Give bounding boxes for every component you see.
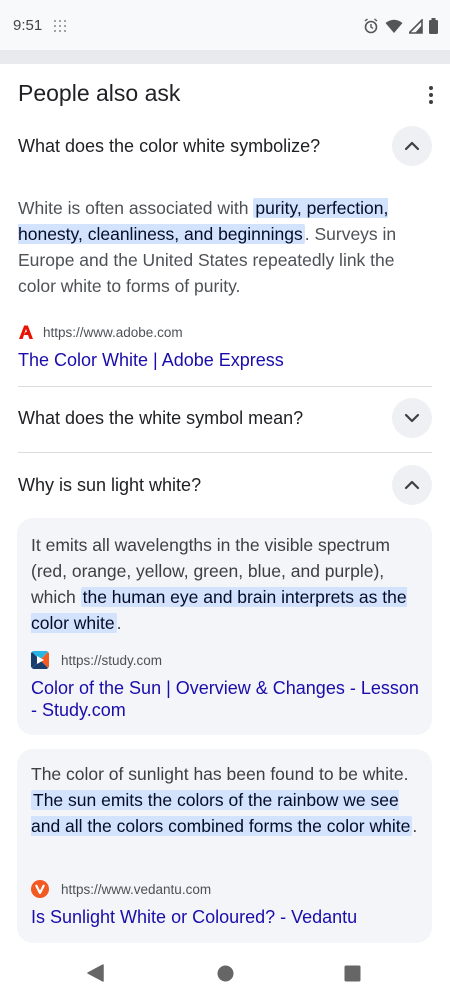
- question-row-symbolize[interactable]: What does the color white symbolize?: [18, 126, 432, 166]
- navigation-bar: [0, 945, 450, 1000]
- paa-title: People also ask: [18, 80, 181, 106]
- answer-plain: The color of sunlight has been found to …: [31, 764, 409, 784]
- chevron-down-icon: [404, 413, 420, 423]
- result-link-study[interactable]: Color of the Sun | Overview & Changes - …: [31, 677, 423, 721]
- result-link-adobe[interactable]: The Color White | Adobe Express: [18, 349, 418, 371]
- battery-icon: [429, 18, 438, 34]
- source-row[interactable]: https://www.vedantu.com: [31, 879, 211, 899]
- status-time: 9:51: [13, 17, 43, 34]
- answer-plain: White is often associated with: [18, 198, 254, 218]
- status-bar: 9:51: [0, 0, 450, 50]
- divider: [18, 386, 432, 387]
- section-divider: [0, 50, 450, 64]
- collapse-button[interactable]: [392, 465, 432, 505]
- expand-button[interactable]: [392, 398, 432, 438]
- collapse-button[interactable]: [392, 126, 432, 166]
- chevron-up-icon: [404, 141, 420, 151]
- result-link-vedantu[interactable]: Is Sunlight White or Coloured? - Vedantu: [31, 906, 423, 928]
- divider: [18, 452, 432, 453]
- answer-highlight: The sun emits the colors of the rainbow …: [31, 790, 413, 836]
- status-icons: [363, 17, 438, 35]
- back-icon[interactable]: [87, 964, 104, 982]
- adobe-logo-icon: [19, 325, 33, 339]
- vedantu-logo-icon: [31, 880, 49, 898]
- study-logo-icon: [31, 651, 49, 669]
- question-row-symbol[interactable]: What does the white symbol mean?: [18, 398, 432, 438]
- source-url: https://www.adobe.com: [43, 324, 183, 340]
- home-icon[interactable]: [217, 965, 234, 982]
- answer-plain: .: [116, 613, 122, 633]
- more-options-icon[interactable]: [428, 86, 434, 104]
- answer-card-study: It emits all wavelengths in the visible …: [17, 518, 432, 735]
- question-text: What does the color white symbolize?: [18, 136, 321, 156]
- question-row-sunlight[interactable]: Why is sun light white?: [18, 465, 432, 505]
- question-text: Why is sun light white?: [18, 475, 202, 495]
- answer-text: The color of sunlight has been found to …: [31, 761, 423, 839]
- source-url: https://www.vedantu.com: [61, 881, 212, 897]
- question-text: What does the white symbol mean?: [18, 408, 304, 428]
- answer-text: It emits all wavelengths in the visible …: [31, 532, 423, 636]
- wifi-icon: [385, 19, 403, 33]
- source-url: https://study.com: [61, 652, 163, 668]
- alarm-icon: [364, 18, 378, 34]
- chevron-up-icon: [404, 480, 420, 490]
- grid-dots-icon: [54, 20, 66, 32]
- signal-icon: [409, 18, 423, 34]
- source-row[interactable]: https://www.adobe.com: [18, 322, 183, 342]
- source-row[interactable]: https://study.com: [31, 650, 162, 670]
- answer-text: White is often associated with purity, p…: [18, 195, 418, 299]
- answer-highlight: the human eye and brain interprets as th…: [31, 587, 407, 633]
- recents-icon[interactable]: [344, 965, 361, 982]
- answer-card-vedantu: The color of sunlight has been found to …: [17, 749, 432, 943]
- answer-plain: .: [412, 816, 418, 836]
